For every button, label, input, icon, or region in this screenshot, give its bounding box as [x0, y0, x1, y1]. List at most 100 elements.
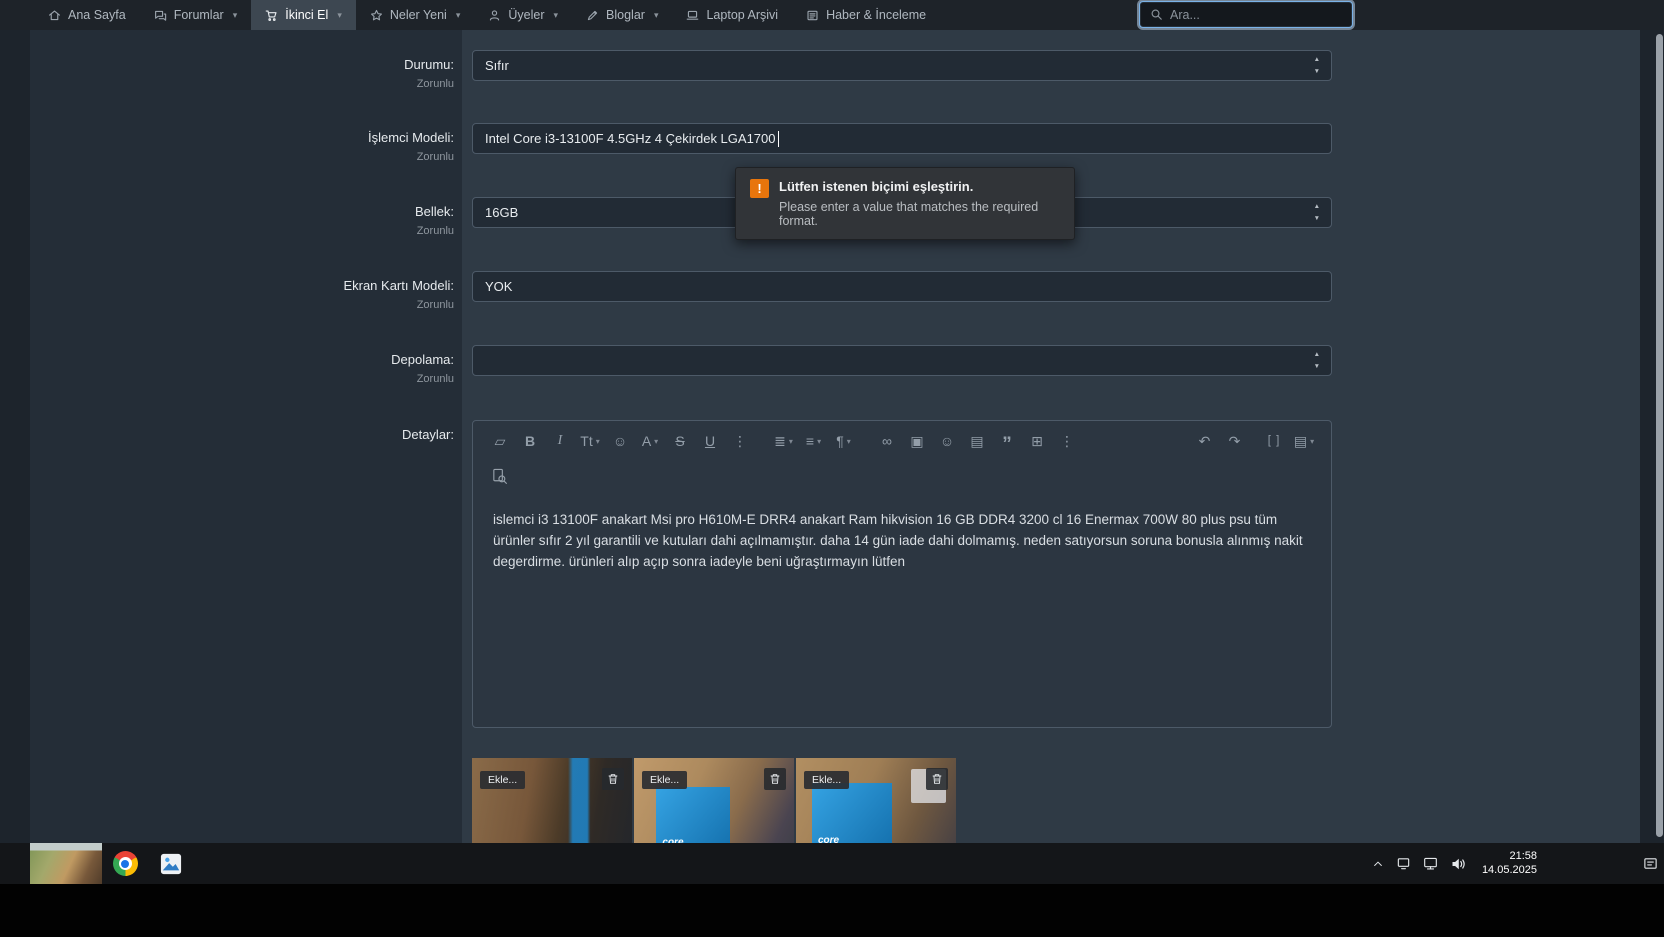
attachment-thumbnail[interactable]: Ekle...	[472, 758, 632, 843]
validation-message: Please enter a value that matches the re…	[779, 200, 1039, 228]
validation-tooltip: ! Lütfen istenen biçimi eşleştirin. Plea…	[735, 167, 1075, 240]
attachment-delete-button[interactable]	[602, 768, 624, 790]
taskbar-photos-button[interactable]	[148, 843, 194, 884]
nav-label: Haber & İnceleme	[826, 8, 927, 22]
nav-label: Laptop Arşivi	[706, 8, 779, 22]
bold-icon[interactable]: B	[518, 429, 543, 453]
ekran-karti-input[interactable]: YOK	[472, 271, 1332, 302]
page-scrollbar	[1656, 32, 1663, 841]
screen-bottom-strip	[0, 884, 1664, 937]
underline-icon[interactable]: U	[698, 429, 723, 453]
media-icon[interactable]: ▤	[965, 429, 990, 453]
clock-date: 14.05.2025	[1481, 863, 1537, 876]
nav-item-haber-inceleme[interactable]: Haber & İnceleme	[792, 0, 940, 30]
nav-label: Ana Sayfa	[68, 8, 126, 22]
chrome-icon	[112, 851, 138, 876]
depolama-label: Depolama:	[391, 352, 454, 367]
attachment-thumbnail[interactable]: core Ekle...	[796, 758, 956, 843]
members-icon	[490, 9, 500, 21]
emoji-icon[interactable]: ☺	[935, 429, 960, 453]
text-color-icon[interactable]: A	[638, 429, 663, 453]
bbcode-icon[interactable]: [ ]	[1262, 429, 1287, 453]
nav-item-uyeler[interactable]: Üyeler	[474, 0, 572, 30]
smilie-icon[interactable]: ☺	[608, 429, 633, 453]
window-preview-thumbnail[interactable]	[30, 843, 102, 884]
nav-item-neler-yeni[interactable]: Neler Yeni	[356, 0, 475, 30]
attachment-delete-button[interactable]	[764, 768, 786, 790]
durumu-selected-value: Sıfır	[485, 58, 509, 73]
nav-item-bloglar[interactable]: Bloglar	[572, 0, 672, 30]
attachment-delete-button[interactable]	[926, 768, 948, 790]
system-tray: 21:58 14.05.2025	[1372, 850, 1664, 877]
remove-format-icon[interactable]: ▱	[488, 429, 513, 453]
desktop-screen: Ana Sayfa Forumlar İkinci El Neler Yeni …	[0, 0, 1664, 937]
undo-icon[interactable]: ↶	[1192, 429, 1217, 453]
notification-icon[interactable]	[1643, 856, 1658, 871]
nav-item-ikinci-el[interactable]: İkinci El	[251, 0, 356, 30]
attachment-thumbnail[interactable]: core Ekle...	[634, 758, 794, 843]
table-icon[interactable]: ⊞	[1025, 429, 1050, 453]
search-icon	[1151, 9, 1162, 20]
more-options-icon[interactable]: ⋮	[1055, 429, 1080, 453]
nav-item-ana-sayfa[interactable]: Ana Sayfa	[34, 0, 140, 30]
laptop-icon	[687, 10, 699, 20]
quote-icon[interactable]: ”	[995, 429, 1020, 454]
nav-item-forumlar[interactable]: Forumlar	[140, 0, 252, 30]
taskbar-clock[interactable]: 21:58 14.05.2025	[1482, 850, 1537, 877]
windows-taskbar: 21:58 14.05.2025	[0, 843, 1664, 884]
photos-app-icon	[160, 853, 182, 874]
search-input[interactable]: Ara...	[1140, 2, 1352, 27]
more-text-options-icon[interactable]: ⋮	[728, 429, 753, 453]
attachment-add-button[interactable]: Ekle...	[642, 771, 688, 789]
nav-label: Üyeler	[508, 8, 545, 22]
form-row-durumu: Durumu: Zorunlu Sıfır	[30, 50, 1640, 90]
nav-label: İkinci El	[285, 8, 329, 22]
taskbar-chrome-button[interactable]	[102, 843, 148, 884]
durumu-select[interactable]: Sıfır	[472, 50, 1332, 81]
forums-icon	[154, 10, 166, 21]
nav-item-laptop-arsivi[interactable]: Laptop Arşivi	[672, 0, 792, 30]
editor-text-area[interactable]: islemci i3 13100F anakart Msi pro H610M-…	[473, 497, 1331, 584]
network-icon[interactable]	[1423, 856, 1438, 871]
required-badge: Zorunlu	[416, 373, 454, 385]
italic-icon[interactable]: I	[548, 429, 573, 453]
site-navbar: Ana Sayfa Forumlar İkinci El Neler Yeni …	[0, 0, 1664, 30]
ekran-karti-label: Ekran Kartı Modeli:	[343, 278, 454, 293]
text-size-icon[interactable]: Tt	[578, 429, 603, 453]
islemci-label: İşlemci Modeli:	[368, 130, 454, 145]
alignment-icon[interactable]: ≡	[801, 429, 826, 453]
depolama-select[interactable]	[472, 345, 1332, 376]
attachment-add-button[interactable]: Ekle...	[480, 771, 526, 789]
home-icon	[49, 9, 60, 20]
preview-icon[interactable]	[491, 468, 508, 490]
cpu-box-image: core	[812, 782, 892, 843]
volume-icon[interactable]	[1450, 856, 1466, 872]
strikethrough-icon[interactable]: S	[668, 429, 693, 453]
form-row-islemci: İşlemci Modeli: Zorunlu Intel Core i3-13…	[30, 123, 1640, 163]
search-placeholder: Ara...	[1170, 7, 1200, 22]
redo-icon[interactable]: ↷	[1222, 429, 1247, 453]
islemci-input[interactable]: Intel Core i3-13100F 4.5GHz 4 Çekirdek L…	[472, 123, 1332, 154]
required-badge: Zorunlu	[416, 151, 454, 163]
form-row-detaylar: Detaylar: ▱ B I Tt ☺ A S U ⋮ ≣ ≡	[30, 420, 1640, 728]
rich-text-editor: ▱ B I Tt ☺ A S U ⋮ ≣ ≡ ¶ ∞ ▣ ☺	[472, 420, 1332, 728]
scrollbar-thumb[interactable]	[1656, 34, 1663, 837]
display-icon[interactable]	[1396, 856, 1411, 871]
attachment-add-button[interactable]: Ekle...	[804, 771, 850, 789]
durumu-label: Durumu:	[404, 57, 454, 72]
whats-new-icon	[370, 9, 382, 20]
form-row-depolama: Depolama: Zorunlu	[30, 345, 1640, 385]
cpu-box-image: core	[656, 787, 730, 843]
nav-items: Ana Sayfa Forumlar İkinci El Neler Yeni …	[0, 0, 940, 30]
insert-image-icon[interactable]: ▣	[905, 429, 930, 453]
paragraph-format-icon[interactable]: ¶	[831, 429, 856, 453]
page-content: Durumu: Zorunlu Sıfır İşlemci Modeli: Zo…	[0, 30, 1664, 843]
chevron-up-icon[interactable]	[1372, 858, 1384, 870]
drafts-icon[interactable]: ▤	[1292, 429, 1317, 453]
nav-label: Bloglar	[606, 8, 645, 22]
required-badge: Zorunlu	[416, 299, 454, 311]
blogs-icon	[587, 10, 598, 20]
bellek-label: Bellek:	[414, 204, 454, 219]
list-icon[interactable]: ≣	[771, 429, 796, 453]
insert-link-icon[interactable]: ∞	[875, 429, 900, 453]
